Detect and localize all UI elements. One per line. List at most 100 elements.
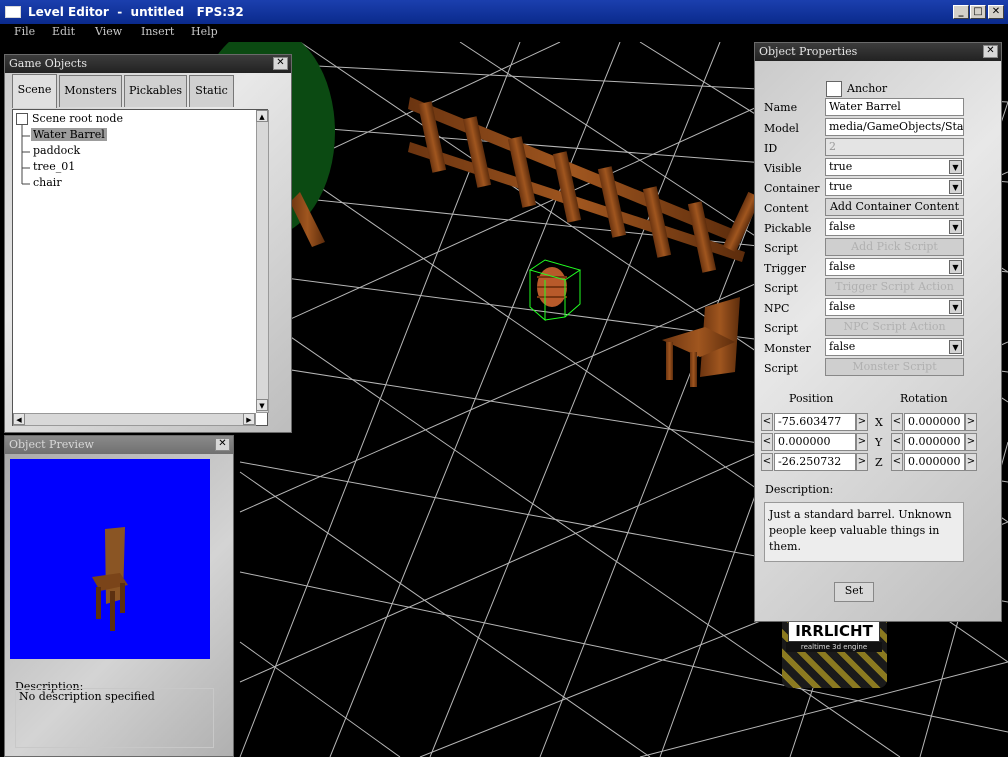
pickable-select[interactable]: false ▼ bbox=[825, 218, 964, 236]
position-x-decrement[interactable]: < bbox=[761, 413, 773, 431]
scroll-left-arrow-icon[interactable]: ◀ bbox=[13, 413, 25, 425]
rotation-y-field[interactable]: 0.000000 bbox=[904, 433, 965, 451]
chevron-down-icon[interactable]: ▼ bbox=[949, 300, 962, 314]
position-x-field[interactable]: -75.603477 bbox=[774, 413, 856, 431]
tree-horizontal-scrollbar[interactable] bbox=[13, 413, 256, 426]
chair-model[interactable] bbox=[662, 297, 740, 387]
chevron-down-icon[interactable]: ▼ bbox=[949, 220, 962, 234]
visible-select[interactable]: true ▼ bbox=[825, 158, 964, 176]
id-label: ID bbox=[764, 142, 778, 155]
preview-description-text: No description specified bbox=[15, 688, 214, 748]
rotation-z-decrement[interactable]: < bbox=[891, 453, 903, 471]
chevron-down-icon[interactable]: ▼ bbox=[949, 180, 962, 194]
menu-view[interactable]: View bbox=[95, 25, 122, 38]
game-objects-close-button[interactable]: ✕ bbox=[273, 57, 288, 70]
chevron-down-icon[interactable]: ▼ bbox=[949, 340, 962, 354]
position-z-increment[interactable]: > bbox=[856, 453, 868, 471]
monster-value: false bbox=[829, 340, 856, 353]
window-titlebar: Level Editor - untitled FPS:32 _ □ ✕ bbox=[0, 0, 1008, 24]
anchor-label: Anchor bbox=[847, 82, 888, 95]
model-label: Model bbox=[764, 122, 799, 135]
pickable-label: Pickable bbox=[764, 222, 812, 235]
tree-item-chair[interactable]: chair bbox=[33, 176, 62, 189]
tab-monsters[interactable]: Monsters bbox=[59, 75, 122, 107]
tree-item-water-barrel[interactable]: Water Barrel bbox=[31, 128, 107, 141]
rotation-y-increment[interactable]: > bbox=[965, 433, 977, 451]
npc-value: false bbox=[829, 300, 856, 313]
menu-insert[interactable]: Insert bbox=[141, 25, 174, 38]
tab-scene[interactable]: Scene bbox=[12, 74, 57, 108]
pick-script-label: Script bbox=[764, 242, 798, 255]
object-properties-panel: Object Properties ✕ Anchor Name Water Ba… bbox=[754, 42, 1002, 622]
rotation-x-field[interactable]: 0.000000 bbox=[904, 413, 965, 431]
object-preview-close-button[interactable]: ✕ bbox=[215, 438, 230, 451]
monster-select[interactable]: false ▼ bbox=[825, 338, 964, 356]
container-select[interactable]: true ▼ bbox=[825, 178, 964, 196]
trigger-value: false bbox=[829, 260, 856, 273]
minimize-button[interactable]: _ bbox=[953, 5, 969, 19]
scroll-down-arrow-icon[interactable]: ▼ bbox=[256, 399, 268, 411]
add-container-content-button[interactable]: Add Container Content bbox=[825, 198, 964, 216]
close-button[interactable]: ✕ bbox=[988, 5, 1004, 19]
preview-chair-model bbox=[92, 527, 128, 631]
rotation-z-increment[interactable]: > bbox=[965, 453, 977, 471]
tree-item-tree-01[interactable]: tree_01 bbox=[33, 160, 75, 173]
tab-pickables[interactable]: Pickables bbox=[124, 75, 187, 107]
trigger-script-label: Script bbox=[764, 282, 798, 295]
model-field[interactable]: media/GameObjects/Stati bbox=[825, 118, 964, 136]
description-textarea[interactable]: Just a standard barrel. Unknown people k… bbox=[764, 502, 964, 562]
scroll-up-arrow-icon[interactable]: ▲ bbox=[256, 110, 268, 122]
trigger-script-action-button[interactable]: Trigger Script Action bbox=[825, 278, 964, 296]
object-preview-title: Object Preview bbox=[5, 436, 233, 454]
monster-label: Monster bbox=[764, 342, 811, 355]
menu-help[interactable]: Help bbox=[191, 25, 218, 38]
position-y-decrement[interactable]: < bbox=[761, 433, 773, 451]
axis-x-label: X bbox=[875, 416, 883, 429]
scene-tree[interactable]: Scene root node Water Barrel paddock tre… bbox=[12, 109, 269, 426]
monster-script-button[interactable]: Monster Script bbox=[825, 358, 964, 376]
position-y-increment[interactable]: > bbox=[856, 433, 868, 451]
axis-z-label: Z bbox=[875, 456, 883, 469]
trigger-label: Trigger bbox=[764, 262, 806, 275]
set-button[interactable]: Set bbox=[834, 582, 874, 602]
rotation-z-field[interactable]: 0.000000 bbox=[904, 453, 965, 471]
axis-y-label: Y bbox=[875, 436, 883, 449]
menu-edit[interactable]: Edit bbox=[52, 25, 75, 38]
game-objects-panel: Game Objects ✕ Scene Monsters Pickables … bbox=[4, 54, 292, 433]
pickable-value: false bbox=[829, 220, 856, 233]
scroll-right-arrow-icon[interactable]: ▶ bbox=[243, 413, 255, 425]
preview-canvas bbox=[10, 459, 210, 659]
menu-file[interactable]: File bbox=[14, 25, 35, 38]
trigger-select[interactable]: false ▼ bbox=[825, 258, 964, 276]
container-label: Container bbox=[764, 182, 820, 195]
tree-root-node[interactable]: Scene root node bbox=[32, 112, 123, 125]
tab-static[interactable]: Static bbox=[189, 75, 234, 107]
rotation-y-decrement[interactable]: < bbox=[891, 433, 903, 451]
rotation-x-increment[interactable]: > bbox=[965, 413, 977, 431]
rotation-x-decrement[interactable]: < bbox=[891, 413, 903, 431]
anchor-checkbox[interactable] bbox=[826, 81, 842, 97]
menu-bar: File Edit View Insert Help bbox=[0, 24, 1008, 42]
object-preview-panel: Object Preview ✕ Description: No descrip… bbox=[4, 435, 234, 757]
object-properties-title: Object Properties bbox=[755, 43, 1001, 61]
tree-item-paddock[interactable]: paddock bbox=[33, 144, 80, 157]
object-properties-close-button[interactable]: ✕ bbox=[983, 45, 998, 58]
position-z-decrement[interactable]: < bbox=[761, 453, 773, 471]
npc-script-action-button[interactable]: NPC Script Action bbox=[825, 318, 964, 336]
chevron-down-icon[interactable]: ▼ bbox=[949, 160, 962, 174]
position-y-field[interactable]: 0.000000 bbox=[774, 433, 856, 451]
npc-select[interactable]: false ▼ bbox=[825, 298, 964, 316]
maximize-button[interactable]: □ bbox=[970, 5, 986, 19]
content-label: Content bbox=[764, 202, 809, 215]
id-field: 2 bbox=[825, 138, 964, 156]
add-pick-script-button[interactable]: Add Pick Script bbox=[825, 238, 964, 256]
visible-label: Visible bbox=[764, 162, 802, 175]
position-z-field[interactable]: -26.250732 bbox=[774, 453, 856, 471]
rotation-header: Rotation bbox=[900, 392, 948, 405]
position-x-increment[interactable]: > bbox=[856, 413, 868, 431]
position-header: Position bbox=[789, 392, 834, 405]
tree-vertical-scrollbar[interactable] bbox=[256, 110, 269, 413]
chevron-down-icon[interactable]: ▼ bbox=[949, 260, 962, 274]
name-field[interactable]: Water Barrel bbox=[825, 98, 964, 116]
visible-value: true bbox=[829, 160, 853, 173]
